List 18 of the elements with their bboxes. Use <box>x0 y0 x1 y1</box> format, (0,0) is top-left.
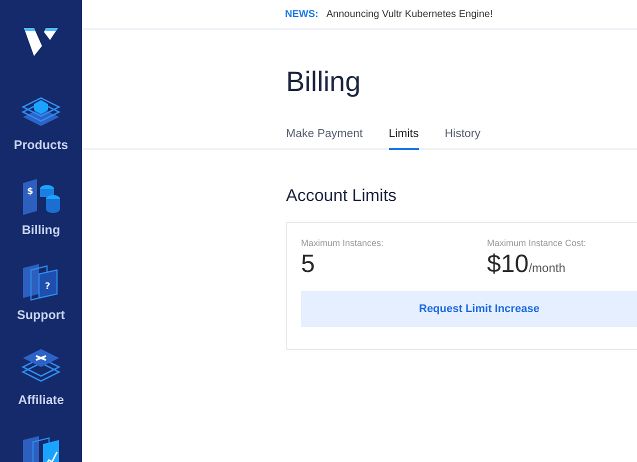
limit-value: 5 <box>301 250 315 279</box>
sidebar-item[interactable]: Billing <box>22 223 60 237</box>
limit-value: $10 <box>487 250 529 279</box>
limit-label: Maximum Instances: <box>301 238 385 248</box>
limit-unit: /month <box>528 261 566 275</box>
request-limit-button[interactable]: Request Limit Increase <box>301 291 637 327</box>
news-link[interactable]: Announcing Vultr Kubernetes Engine! <box>326 8 493 20</box>
section-title: Account Limits <box>286 186 398 206</box>
logo-icon <box>24 28 58 56</box>
sidebar-item[interactable]: Support <box>17 308 65 322</box>
limit-label: Maximum Instance Cost: <box>487 238 588 248</box>
tab[interactable]: Make Payment <box>286 128 363 150</box>
tab[interactable]: Limits <box>388 128 419 150</box>
sidebar-item[interactable]: Affiliate <box>18 393 64 407</box>
tab[interactable]: History <box>444 128 481 150</box>
page-title: Billing <box>286 66 362 99</box>
news-tag: NEWS: <box>285 8 318 20</box>
sidebar-item[interactable]: Products <box>14 138 68 152</box>
